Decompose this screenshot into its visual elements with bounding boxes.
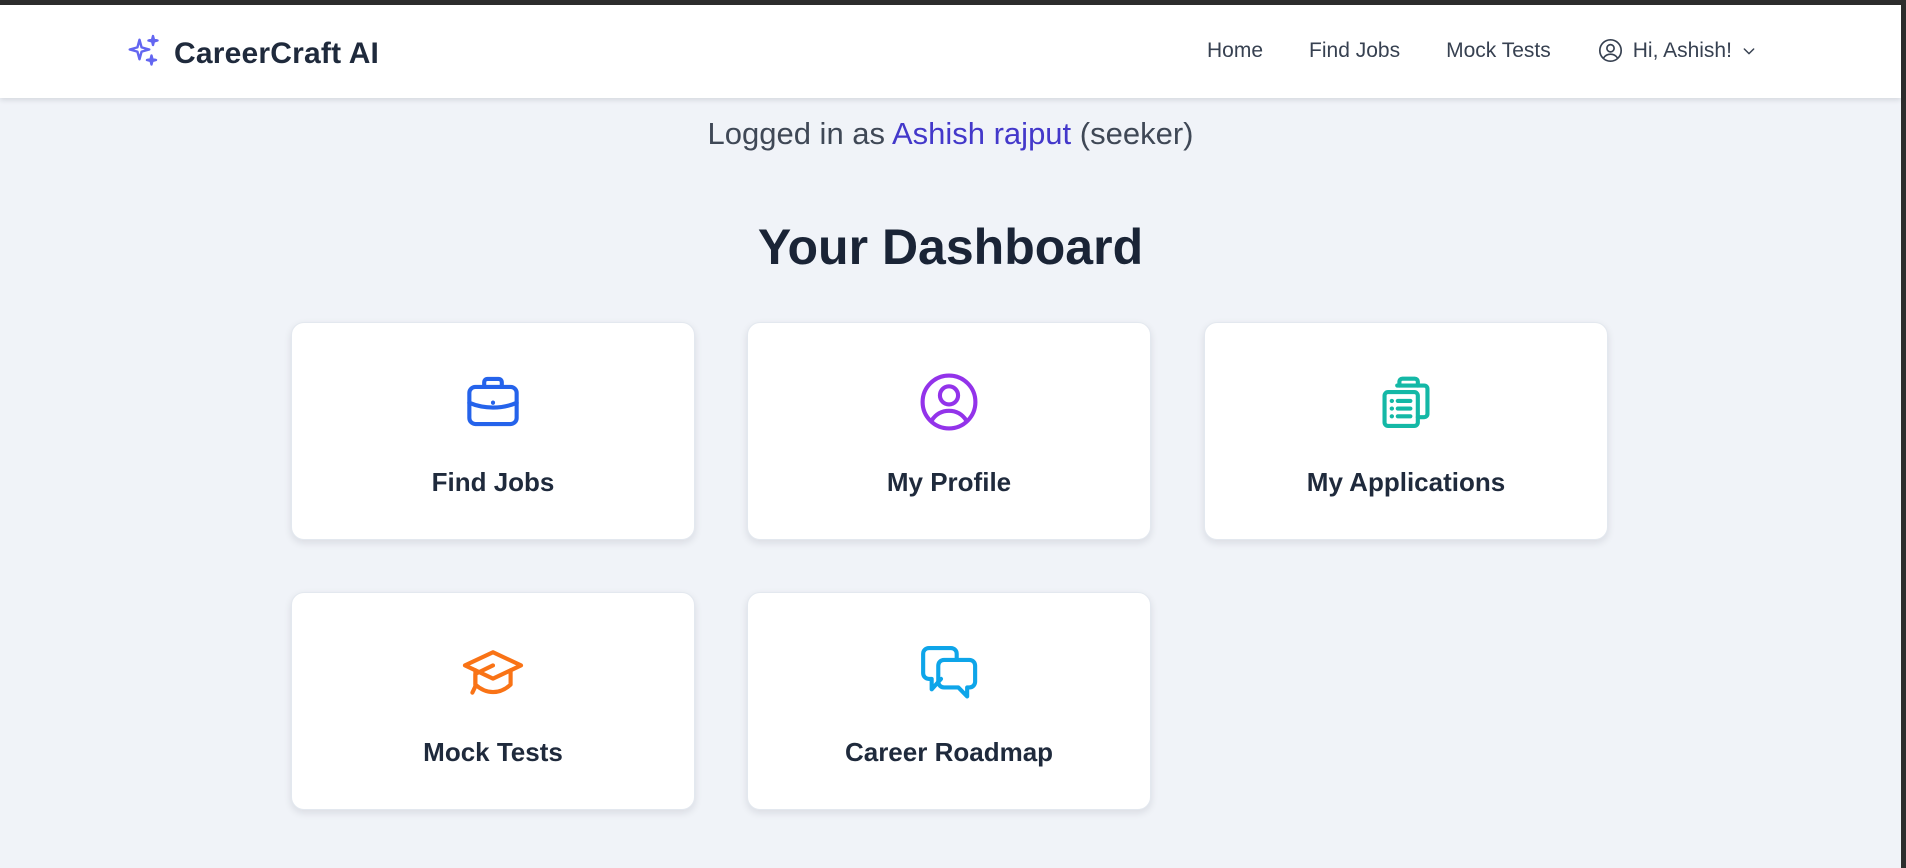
sparkles-icon: [126, 33, 162, 74]
card-label: Career Roadmap: [844, 737, 1054, 767]
graduation-cap-icon: [460, 639, 526, 705]
login-status-prefix: Logged in as: [707, 116, 886, 151]
window-right-border: [1901, 0, 1906, 868]
brand-logo[interactable]: CareerCraft AI: [126, 33, 379, 74]
mock-tests-card[interactable]: Mock Tests: [291, 592, 695, 810]
chat-bubbles-icon: [916, 639, 982, 705]
navbar: CareerCraft AI Home Find Jobs Mock Tests…: [0, 5, 1901, 98]
page-title: Your Dashboard: [757, 219, 1144, 275]
my-profile-card[interactable]: My Profile: [747, 322, 1151, 540]
find-jobs-card[interactable]: Find Jobs: [291, 322, 695, 540]
main-nav: Home Find Jobs Mock Tests Hi, Ashish!: [1207, 37, 1757, 64]
login-status: Logged in as Ashish rajput (seeker): [0, 116, 1901, 152]
card-label: My Profile: [886, 467, 1012, 497]
card-label: Mock Tests: [423, 737, 563, 767]
user-circle-icon: [1597, 37, 1624, 64]
logged-in-username: Ashish rajput: [891, 116, 1072, 151]
brand-name: CareerCraft AI: [174, 36, 380, 70]
card-label: Find Jobs: [431, 467, 555, 497]
nav-home[interactable]: Home: [1207, 39, 1263, 63]
nav-mock-tests[interactable]: Mock Tests: [1446, 39, 1551, 63]
nav-find-jobs[interactable]: Find Jobs: [1309, 39, 1400, 63]
user-role: (seeker): [1079, 116, 1194, 151]
user-circle-icon: [916, 369, 982, 435]
user-menu[interactable]: Hi, Ashish!: [1597, 37, 1757, 64]
card-label: My Applications: [1306, 467, 1506, 497]
clipboard-list-icon: [1373, 369, 1439, 435]
my-applications-card[interactable]: My Applications: [1204, 322, 1608, 540]
briefcase-icon: [460, 369, 526, 435]
chevron-down-icon: [1741, 43, 1757, 59]
user-greeting: Hi, Ashish!: [1632, 38, 1732, 62]
career-roadmap-card[interactable]: Career Roadmap: [747, 592, 1151, 810]
